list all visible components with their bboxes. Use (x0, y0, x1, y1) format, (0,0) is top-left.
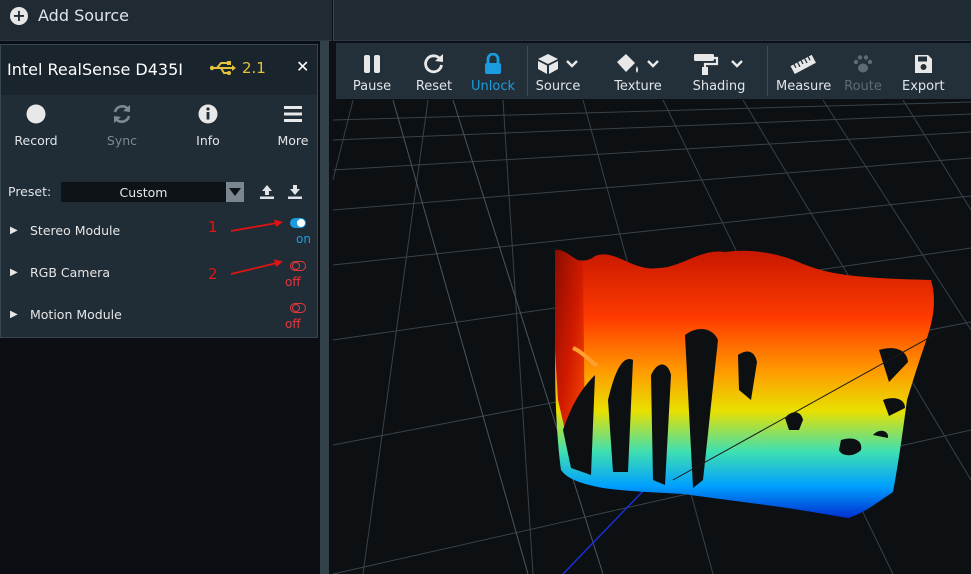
device-header: Intel RealSense D435I 2.1 ✕ (1, 45, 317, 95)
module-row-motion[interactable]: ▶ Motion Module off (1, 303, 317, 349)
menu-icon (284, 106, 302, 122)
usb-badge: 2.1 (210, 59, 266, 77)
device-name: Intel RealSense D435I (7, 60, 183, 79)
top-bar-left: + Add Source (0, 0, 332, 41)
viewer-toolbar: Pause Reset Unlock Source Texture Shadin… (336, 43, 971, 99)
source-label: Source (535, 79, 581, 94)
module-name: RGB Camera (30, 265, 110, 280)
close-device-button[interactable]: ✕ (296, 57, 309, 76)
expand-arrow-icon[interactable]: ▶ (10, 309, 18, 320)
stereo-toggle[interactable] (290, 218, 306, 228)
pause-button[interactable]: Pause (352, 53, 392, 94)
module-name: Motion Module (30, 307, 122, 322)
upload-preset-button[interactable] (259, 184, 275, 204)
annotation-marker: 2 (208, 265, 218, 283)
usb-version: 2.1 (242, 59, 266, 77)
record-label: Record (14, 133, 58, 148)
route-label: Route (844, 79, 882, 94)
paw-icon (853, 55, 873, 73)
module-row-rgb[interactable]: ▶ RGB Camera 2 off (1, 259, 317, 307)
download-icon (288, 185, 302, 199)
lock-icon (485, 53, 501, 74)
toolbar-separator (767, 46, 768, 96)
paint-bucket-icon (617, 54, 659, 73)
measure-label: Measure (776, 79, 832, 94)
usb-icon (210, 61, 236, 75)
toggle-state: off (285, 275, 301, 289)
annotation-arrow-icon (230, 259, 283, 275)
shading-button[interactable]: Shading (691, 53, 747, 94)
toggle-state: on (296, 232, 311, 246)
more-button[interactable]: More (258, 103, 328, 148)
download-preset-button[interactable] (287, 184, 303, 204)
module-name: Stereo Module (30, 223, 121, 238)
plus-icon: + (10, 6, 28, 25)
pause-icon (364, 55, 380, 73)
reset-button[interactable]: Reset (414, 53, 454, 94)
motion-toggle[interactable] (290, 303, 306, 313)
texture-button[interactable]: Texture (612, 53, 664, 94)
source-button[interactable]: Source (534, 53, 582, 94)
preset-label: Preset: (8, 184, 52, 199)
sync-label: Sync (106, 133, 138, 148)
info-button[interactable]: Info (173, 103, 243, 148)
unlock-button[interactable]: Unlock (470, 53, 516, 94)
measure-button[interactable]: Measure (776, 53, 832, 94)
panel-scrollbar[interactable] (320, 41, 329, 574)
toolbar-separator (527, 46, 528, 96)
info-label: Info (196, 133, 220, 148)
upload-icon (260, 185, 274, 199)
texture-label: Texture (614, 79, 662, 94)
unlock-label: Unlock (471, 79, 515, 94)
record-button[interactable]: Record (1, 103, 71, 148)
info-icon (198, 104, 218, 124)
reset-icon (424, 54, 443, 74)
preset-dropdown[interactable]: Custom (61, 182, 244, 202)
reset-label: Reset (415, 79, 453, 94)
expand-arrow-icon[interactable]: ▶ (10, 225, 18, 236)
top-bar-right (333, 0, 971, 41)
point-cloud (555, 249, 944, 518)
annotation-marker: 1 (208, 218, 218, 236)
annotation-arrow-icon (230, 219, 283, 232)
sync-button[interactable]: Sync (87, 103, 157, 148)
preset-value: Custom (119, 184, 168, 200)
ruler-icon (790, 54, 816, 75)
point-cloud-viewport[interactable] (333, 100, 971, 574)
add-source-button[interactable]: + Add Source (10, 6, 129, 25)
chevron-down-icon (226, 182, 244, 202)
cube-icon (538, 54, 578, 74)
toggle-state: off (285, 317, 301, 331)
rgb-toggle[interactable] (290, 261, 306, 271)
shading-label: Shading (692, 79, 746, 94)
export-label: Export (902, 79, 945, 94)
add-source-label: Add Source (38, 6, 130, 25)
3d-scene[interactable] (333, 100, 971, 574)
device-panel: Intel RealSense D435I 2.1 ✕ Record Sync … (0, 44, 318, 338)
expand-arrow-icon[interactable]: ▶ (10, 267, 18, 278)
record-icon (26, 104, 46, 124)
save-icon (915, 55, 932, 73)
paint-roller-icon (694, 54, 743, 75)
more-label: More (277, 133, 309, 148)
route-button[interactable]: Route (843, 53, 883, 94)
sync-icon (113, 105, 131, 123)
export-button[interactable]: Export (902, 53, 945, 94)
pause-label: Pause (352, 79, 392, 94)
